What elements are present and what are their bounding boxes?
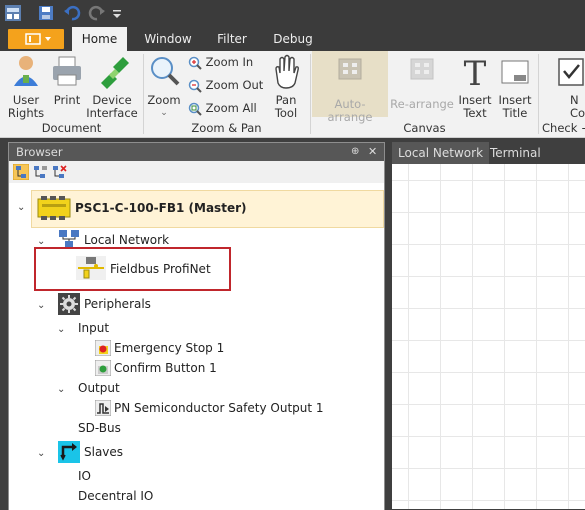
check-group-label: Check +	[542, 121, 585, 135]
printer-icon	[53, 56, 81, 86]
insert-title-button[interactable]: Insert Title	[495, 53, 535, 120]
title-block-icon	[501, 60, 529, 84]
device-interface-button[interactable]: Device Interface	[86, 53, 138, 120]
tree-view-icon[interactable]	[13, 164, 29, 180]
canvas-group-label: Canvas	[403, 121, 446, 135]
add-node-icon[interactable]	[32, 164, 48, 180]
auto-arrange-icon	[338, 58, 362, 80]
text-icon: T	[464, 54, 487, 94]
semiconductor-output-icon	[95, 400, 111, 416]
expand-chevron-icon[interactable]: ⌄	[57, 324, 65, 335]
tab-terminal-scheme[interactable]: Terminal Scheme	[484, 142, 585, 182]
canvas-area: Local Network Terminal Scheme	[392, 142, 585, 509]
check-button-label: N Com	[570, 93, 585, 120]
browser-header: Browser ⊕ ✕	[9, 143, 384, 161]
document-group-label: Document	[41, 121, 102, 135]
zoom-out-label: Zoom Out	[205, 78, 264, 92]
zoom-in-icon	[188, 56, 202, 70]
app-icon[interactable]	[4, 4, 22, 22]
zoom-dropdown-icon: ⌄	[160, 108, 168, 118]
fieldbus-profinet-icon	[76, 256, 106, 280]
insert-text-label: Insert Text	[458, 93, 492, 120]
expand-chevron-icon[interactable]: ⌄	[37, 448, 45, 459]
print-button[interactable]: Print	[48, 53, 86, 107]
tree-sd-bus-label[interactable]: SD-Bus	[78, 418, 121, 438]
zoom-in-label: Zoom In	[205, 55, 254, 69]
zoom-all-icon	[188, 102, 202, 116]
redo-icon[interactable]	[88, 4, 106, 22]
user-rights-icon	[14, 56, 38, 86]
svg-text:T: T	[464, 54, 487, 91]
tree-io-label[interactable]: IO	[78, 466, 91, 486]
ribbon-separator	[310, 54, 311, 134]
undo-icon[interactable]	[63, 4, 81, 22]
pan-tool-label: Pan Tool	[274, 93, 298, 120]
slaves-icon	[58, 441, 80, 463]
print-label: Print	[53, 93, 81, 107]
re-arrange-icon	[410, 58, 434, 80]
check-button[interactable]: N Com	[540, 53, 585, 120]
network-canvas[interactable]	[392, 164, 585, 509]
pin-icon[interactable]: ⊕	[351, 143, 359, 161]
tree-root-label[interactable]: PSC1-C-100-FB1 (Master)	[75, 198, 246, 218]
expand-chevron-icon[interactable]: ⌄	[37, 236, 45, 247]
tree-decentral-io-label[interactable]: Decentral IO	[78, 486, 153, 506]
expand-chevron-icon[interactable]: ⌄	[57, 384, 65, 395]
zoom-pan-group-label: Zoom & Pan	[191, 121, 262, 135]
peripherals-gear-icon	[58, 293, 80, 315]
device-interface-icon	[101, 57, 129, 89]
re-arrange-label: Re-arrange	[390, 97, 454, 111]
zoom-all-button[interactable]: Zoom All	[188, 101, 257, 116]
expand-chevron-icon[interactable]: ⌄	[37, 300, 45, 311]
tab-local-network[interactable]: Local Network	[392, 142, 490, 164]
emergency-stop-icon	[95, 340, 111, 356]
tab-home[interactable]: Home	[72, 27, 127, 51]
tree-fieldbus-label[interactable]: Fieldbus ProfiNet	[110, 259, 211, 279]
controller-device-icon	[37, 196, 71, 220]
ribbon-tab-bar: Home Window Filter Debug	[0, 27, 585, 51]
browser-toolbar	[9, 161, 384, 183]
magnifier-icon	[151, 57, 180, 86]
insert-text-button[interactable]: T Insert Text	[456, 53, 494, 120]
zoom-out-button[interactable]: Zoom Out	[188, 78, 263, 93]
tab-filter[interactable]: Filter	[208, 27, 256, 51]
ribbon: User Rights Print Device Interface Docum…	[0, 51, 585, 138]
confirm-button-icon	[95, 360, 111, 376]
pan-tool-button[interactable]: Pan Tool	[266, 53, 306, 120]
tab-window[interactable]: Window	[138, 27, 198, 51]
zoom-in-button[interactable]: Zoom In	[188, 55, 253, 70]
tree-input-label[interactable]: Input	[78, 318, 109, 338]
ribbon-separator	[538, 54, 539, 134]
zoom-button[interactable]: Zoom ⌄	[146, 53, 182, 120]
tree-slaves-label[interactable]: Slaves	[84, 442, 123, 462]
zoom-all-label: Zoom All	[205, 101, 257, 115]
auto-arrange-button[interactable]: Auto-arrange	[312, 51, 388, 124]
quick-access-toolbar	[0, 0, 585, 27]
device-interface-label: Device Interface	[86, 93, 138, 120]
hand-icon	[275, 54, 299, 89]
tree-confirm-button-label[interactable]: Confirm Button 1	[114, 358, 217, 378]
check-icon	[558, 58, 584, 86]
tab-debug[interactable]: Debug	[268, 27, 318, 51]
save-icon[interactable]	[37, 4, 55, 22]
tree-peripherals-label[interactable]: Peripherals	[84, 294, 151, 314]
remove-node-icon[interactable]	[51, 164, 67, 180]
zoom-label: Zoom	[147, 93, 181, 107]
tree-output-label[interactable]: Output	[78, 378, 120, 398]
browser-panel: Browser ⊕ ✕ ⌄ PSC1-C-100-FB1 (Master) ⌄ …	[8, 142, 385, 510]
browser-title: Browser	[16, 145, 63, 159]
customize-toolbar-icon[interactable]	[111, 4, 123, 22]
insert-title-label: Insert Title	[498, 93, 532, 120]
local-network-icon	[59, 230, 79, 248]
zoom-out-icon	[188, 79, 202, 93]
file-menu-button[interactable]	[8, 29, 64, 49]
tree-pn-output-label[interactable]: PN Semiconductor Safety Output 1	[114, 398, 324, 418]
tree-emergency-stop-label[interactable]: Emergency Stop 1	[114, 338, 224, 358]
file-menu-icon	[25, 33, 51, 45]
re-arrange-button[interactable]: Re-arrange	[390, 51, 454, 111]
expand-chevron-icon[interactable]: ⌄	[17, 202, 25, 213]
user-rights-label: User Rights	[7, 93, 45, 120]
close-panel-icon[interactable]: ✕	[368, 143, 377, 161]
user-rights-button[interactable]: User Rights	[4, 53, 48, 120]
